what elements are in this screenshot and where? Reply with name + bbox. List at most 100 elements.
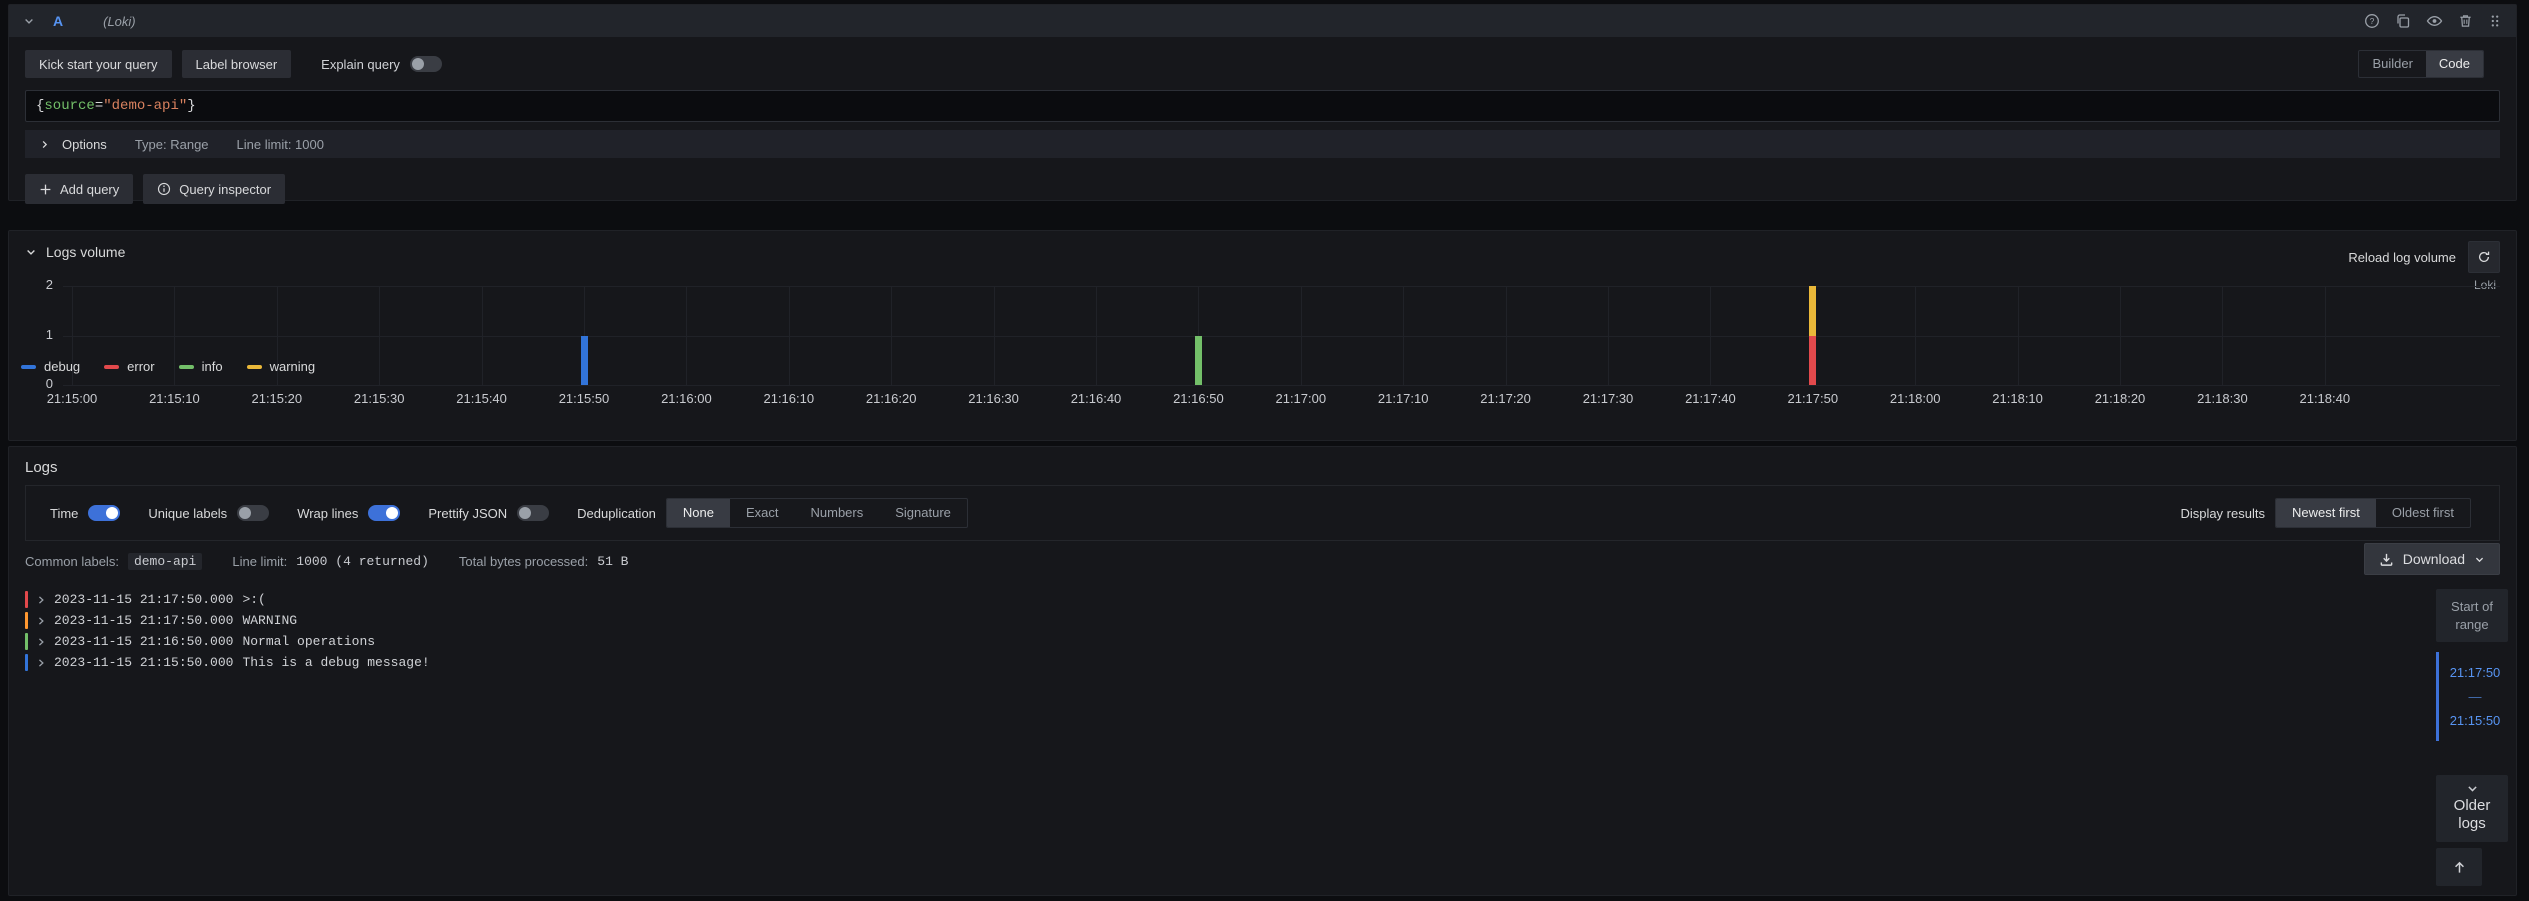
drag-handle-icon[interactable] xyxy=(2488,13,2502,29)
help-icon[interactable]: ? xyxy=(2364,13,2380,29)
expand-log-row-icon[interactable] xyxy=(36,637,46,647)
query-row-header[interactable]: A (Loki) ? xyxy=(9,5,2516,37)
log-timestamp: 2023-11-15 21:15:50.000 xyxy=(54,655,233,670)
chart-gridline xyxy=(379,286,380,385)
dedup-option-exact[interactable]: Exact xyxy=(730,499,795,527)
prettify-json-toggle[interactable] xyxy=(517,505,549,521)
log-row-debug[interactable]: 2023-11-15 21:15:50.000This is a debug m… xyxy=(25,652,2420,673)
chart-bar-error xyxy=(1809,336,1816,386)
chart-gridline xyxy=(1506,286,1507,385)
chart-gridline xyxy=(789,286,790,385)
explain-query-toggle[interactable] xyxy=(410,56,442,72)
query-text: { xyxy=(36,98,44,114)
chevron-down-icon xyxy=(25,246,37,258)
range-separator: — xyxy=(2445,689,2505,704)
bytes-processed-value: 51 B xyxy=(597,554,628,569)
x-axis-tick-label: 21:15:50 xyxy=(539,391,629,406)
expand-log-row-icon[interactable] xyxy=(36,658,46,668)
dedup-option-none[interactable]: None xyxy=(667,499,730,527)
logs-volume-panel: Logs volume Reload log volume Loki 01221… xyxy=(8,230,2517,441)
display-results-group: Newest firstOldest first xyxy=(2275,498,2471,528)
legend-label: debug xyxy=(44,359,80,374)
display-option-oldest-first[interactable]: Oldest first xyxy=(2376,499,2470,527)
download-button[interactable]: Download xyxy=(2364,543,2500,575)
chart-gridline xyxy=(2018,286,2019,385)
editor-mode-builder[interactable]: Builder xyxy=(2359,51,2425,77)
time-label: Time xyxy=(50,506,78,521)
scroll-to-top-button[interactable] xyxy=(2436,848,2482,886)
wrap-lines-toggle[interactable] xyxy=(368,505,400,521)
log-row-warning[interactable]: 2023-11-15 21:17:50.000 WARNING xyxy=(25,610,2420,631)
log-row-info[interactable]: 2023-11-15 21:16:50.000Normal operations xyxy=(25,631,2420,652)
log-message: Normal operations xyxy=(242,634,375,649)
start-of-range-button[interactable]: Start of range xyxy=(2436,589,2508,642)
x-axis-tick-label: 21:17:10 xyxy=(1358,391,1448,406)
log-level-indicator xyxy=(25,612,28,629)
x-axis-tick-label: 21:15:10 xyxy=(129,391,219,406)
editor-mode-code[interactable]: Code xyxy=(2426,51,2483,77)
log-timestamp: 2023-11-15 21:17:50.000 xyxy=(54,613,233,628)
display-option-newest-first[interactable]: Newest first xyxy=(2276,499,2376,527)
dedup-option-signature[interactable]: Signature xyxy=(879,499,967,527)
expand-log-row-icon[interactable] xyxy=(36,595,46,605)
range-to[interactable]: 21:15:50 xyxy=(2445,713,2505,728)
legend-item-warning[interactable]: warning xyxy=(247,359,316,374)
legend-label: info xyxy=(202,359,223,374)
reload-log-volume-button[interactable]: Reload log volume xyxy=(2348,250,2456,265)
legend-label: error xyxy=(127,359,154,374)
logs-panel: Logs Time Unique labels Wrap lines Prett… xyxy=(8,446,2517,896)
logs-volume-collapse[interactable]: Logs volume xyxy=(25,244,125,260)
sync-icon-button[interactable] xyxy=(2468,241,2500,273)
svg-text:?: ? xyxy=(2370,16,2375,26)
x-axis-tick-label: 21:18:30 xyxy=(2177,391,2267,406)
toggle-visibility-icon[interactable] xyxy=(2426,13,2443,29)
query-inspector-button[interactable]: Query inspector xyxy=(143,174,285,204)
older-logs-button[interactable]: Older logs xyxy=(2436,775,2508,842)
legend-item-info[interactable]: info xyxy=(179,359,223,374)
chevron-down-icon xyxy=(2474,554,2485,565)
chart-gridline xyxy=(2222,286,2223,385)
wrap-lines-label: Wrap lines xyxy=(297,506,358,521)
x-axis-tick-label: 21:15:40 xyxy=(437,391,527,406)
options-label: Options xyxy=(62,137,107,152)
range-from[interactable]: 21:17:50 xyxy=(2445,665,2505,680)
dedup-option-numbers[interactable]: Numbers xyxy=(795,499,880,527)
add-query-button[interactable]: Add query xyxy=(25,174,133,204)
legend-item-error[interactable]: error xyxy=(104,359,154,374)
x-axis-tick-label: 21:16:00 xyxy=(641,391,731,406)
logs-volume-chart[interactable]: 01221:15:0021:15:1021:15:2021:15:3021:15… xyxy=(25,283,2500,433)
unique-labels-toggle[interactable] xyxy=(237,505,269,521)
chart-bar-debug xyxy=(581,336,588,386)
logs-controls-bar: Time Unique labels Wrap lines Prettify J… xyxy=(25,485,2500,541)
y-axis-tick-label: 0 xyxy=(25,376,53,391)
label-browser-button[interactable]: Label browser xyxy=(182,50,292,78)
time-toggle[interactable] xyxy=(88,505,120,521)
x-axis-tick-label: 21:15:00 xyxy=(27,391,117,406)
legend-swatch-info xyxy=(179,365,194,369)
chevron-down-icon xyxy=(2466,782,2479,795)
chart-legend: debug error info warning xyxy=(21,359,315,374)
x-axis-tick-label: 21:17:00 xyxy=(1256,391,1346,406)
duplicate-query-icon[interactable] xyxy=(2395,13,2411,29)
collapse-query-icon[interactable] xyxy=(23,15,35,27)
chart-gridline xyxy=(1710,286,1711,385)
log-rows-list: 2023-11-15 21:17:50.000>:(2023-11-15 21:… xyxy=(25,589,2420,673)
info-circle-icon xyxy=(157,182,171,196)
legend-swatch-error xyxy=(104,365,119,369)
kick-start-query-button[interactable]: Kick start your query xyxy=(25,50,172,78)
common-labels-value: demo-api xyxy=(128,553,202,570)
logs-navigation: Start of range 21:17:50 — 21:15:50 Older… xyxy=(2436,589,2508,886)
x-axis-tick-label: 21:15:30 xyxy=(334,391,424,406)
query-code-input[interactable]: {source="demo-api"} xyxy=(25,90,2500,122)
delete-query-icon[interactable] xyxy=(2458,13,2473,29)
expand-log-row-icon[interactable] xyxy=(36,616,46,626)
log-row-error[interactable]: 2023-11-15 21:17:50.000>:( xyxy=(25,589,2420,610)
x-axis-tick-label: 21:16:30 xyxy=(949,391,1039,406)
log-level-indicator xyxy=(25,633,28,650)
query-options-collapse[interactable]: Options Type: Range Line limit: 1000 xyxy=(25,130,2500,158)
chart-gridline xyxy=(891,286,892,385)
x-axis-tick-label: 21:16:50 xyxy=(1153,391,1243,406)
log-message: WARNING xyxy=(242,613,297,628)
time-range-nav: 21:17:50 — 21:15:50 xyxy=(2436,652,2505,741)
legend-item-debug[interactable]: debug xyxy=(21,359,80,374)
